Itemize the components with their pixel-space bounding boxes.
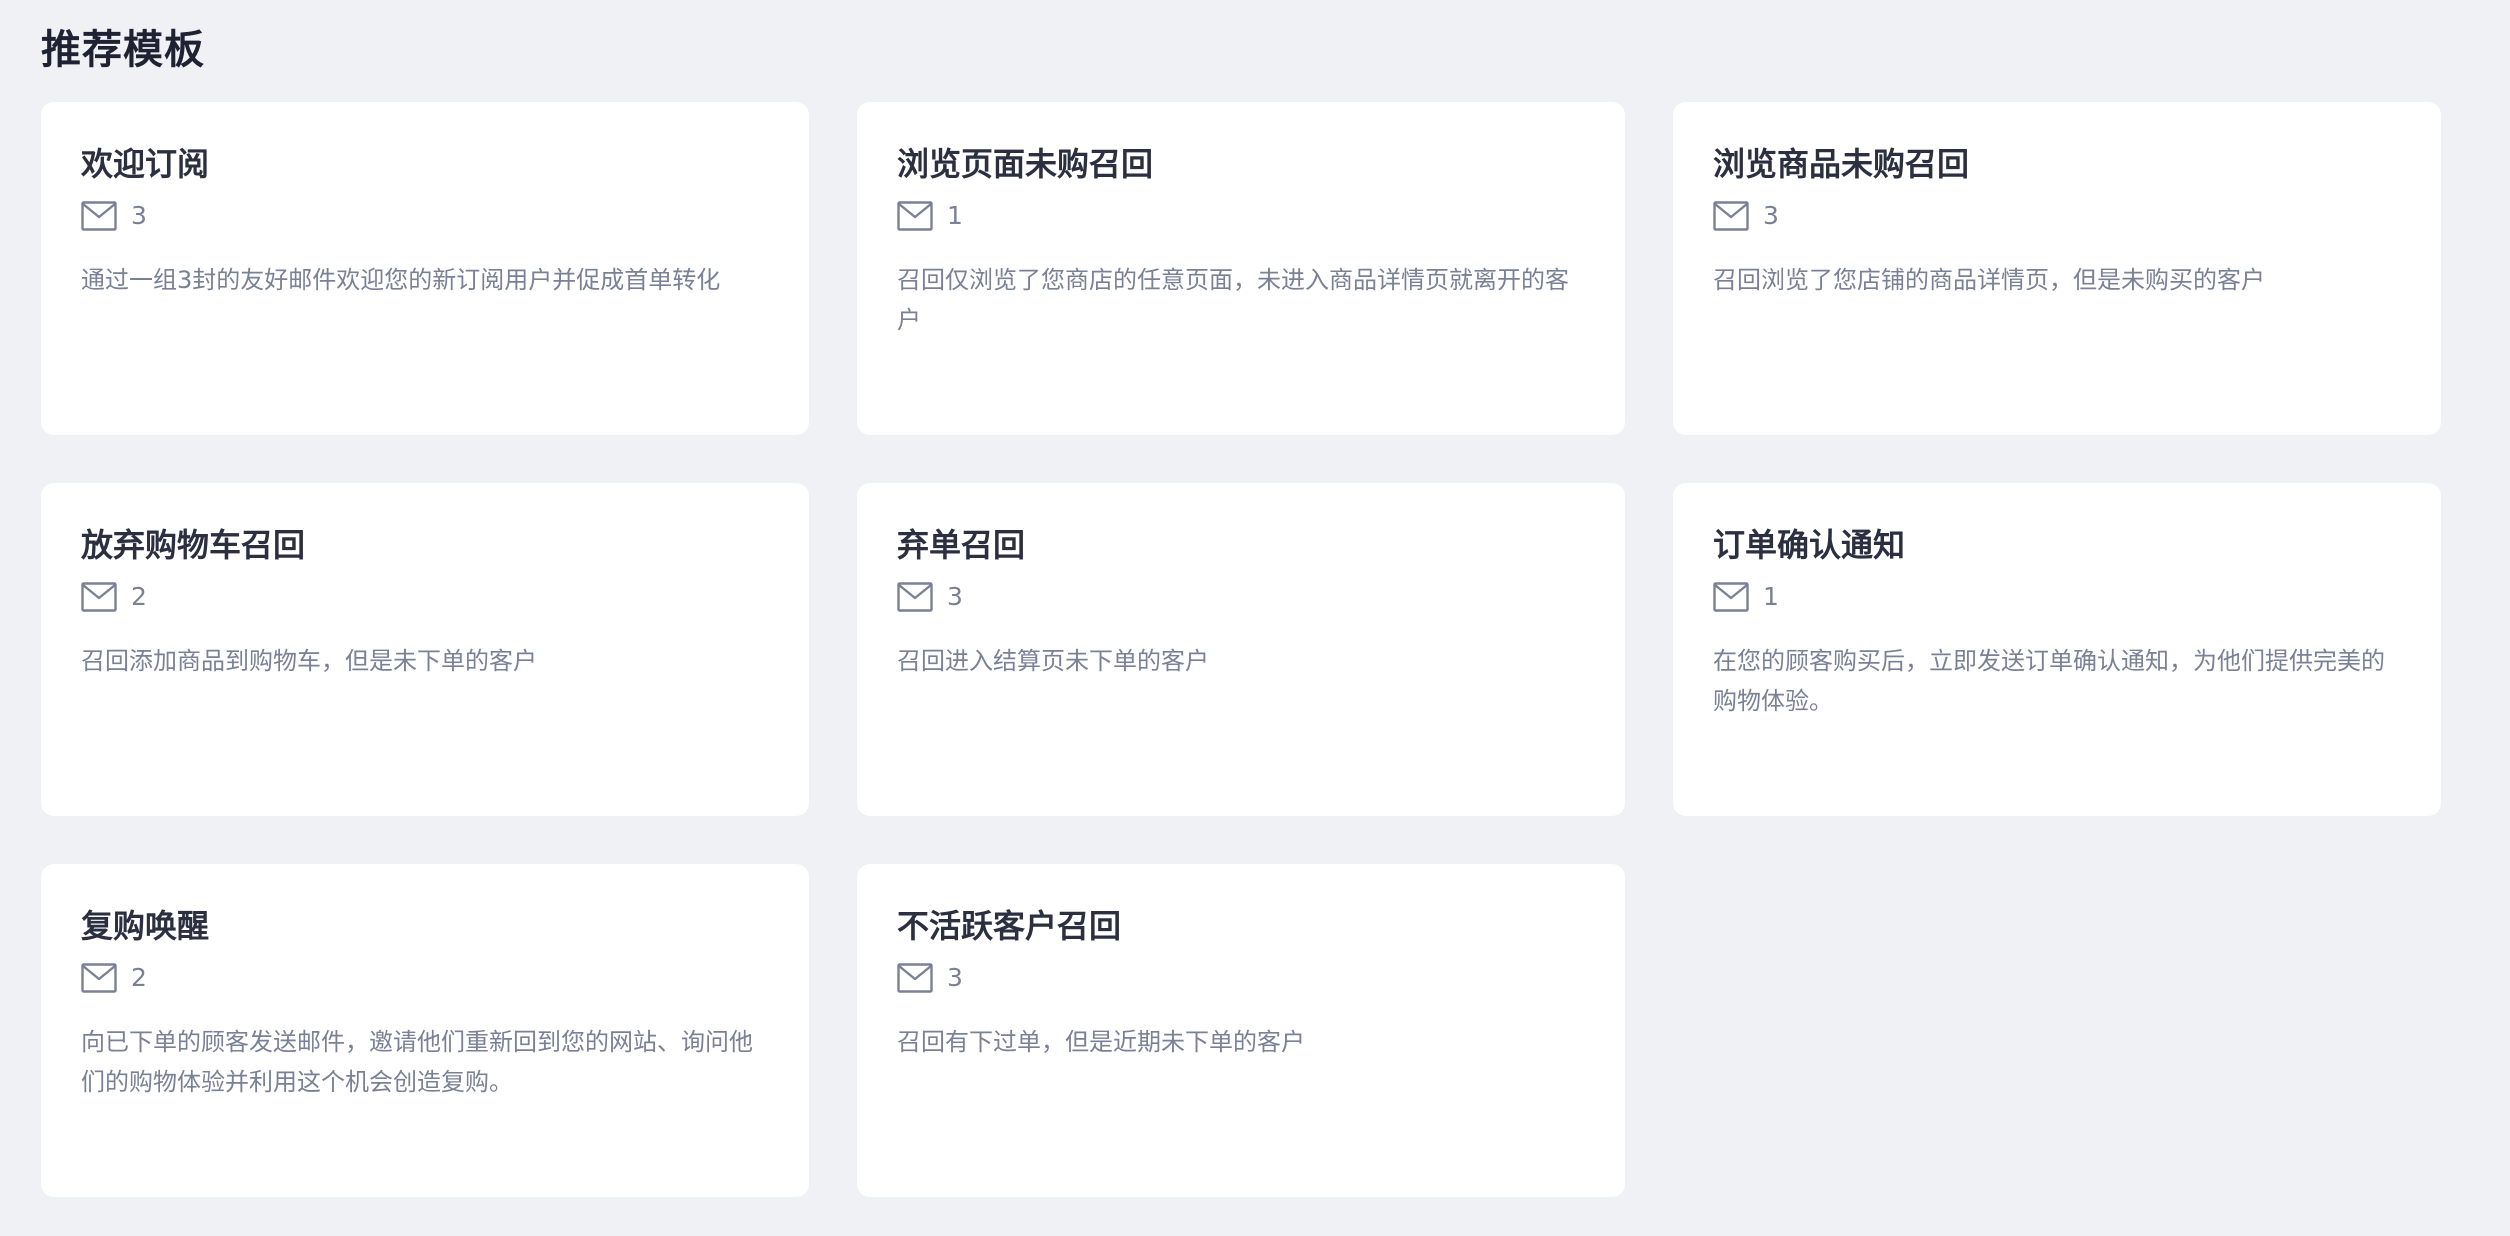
mail-icon [1713, 582, 1749, 612]
email-count: 3 [947, 963, 963, 992]
template-title: 浏览页面未购召回 [897, 145, 1154, 183]
template-description: 通过一组3封的友好邮件欢迎您的新订阅用户并促成首单转化 [81, 266, 721, 294]
template-card-abandoned-checkout-recall[interactable]: 弃单召回 3 召回进入结算页未下单的客户 [857, 483, 1625, 816]
template-title: 不活跃客户召回 [897, 907, 1122, 945]
email-count: 3 [131, 201, 147, 230]
template-title: 放弃购物车召回 [81, 526, 306, 564]
email-count-row: 2 [81, 960, 769, 996]
email-count: 1 [947, 201, 963, 230]
template-card-repurchase-reminder[interactable]: 复购唤醒 2 向已下单的顾客发送邮件，邀请他们重新回到您的网站、询问他们的购物体… [41, 864, 809, 1197]
mail-icon [897, 201, 933, 231]
mail-icon [1713, 201, 1749, 231]
template-card-welcome-subscription[interactable]: 欢迎订阅 3 通过一组3封的友好邮件欢迎您的新订阅用户并促成首单转化 [41, 102, 809, 435]
template-title: 浏览商品未购召回 [1713, 145, 1970, 183]
email-count-row: 3 [1713, 198, 2401, 234]
template-title: 弃单召回 [897, 526, 1026, 564]
template-description: 召回浏览了您店铺的商品详情页，但是未购买的客户 [1713, 266, 2265, 294]
email-count-row: 3 [897, 960, 1585, 996]
mail-icon [81, 582, 117, 612]
email-count-row: 1 [1713, 579, 2401, 615]
template-card-inactive-customer-recall[interactable]: 不活跃客户召回 3 召回有下过单，但是近期未下单的客户 [857, 864, 1625, 1197]
template-description: 向已下单的顾客发送邮件，邀请他们重新回到您的网站、询问他们的购物体验并利用这个机… [81, 1028, 753, 1096]
template-card-abandoned-cart-recall[interactable]: 放弃购物车召回 2 召回添加商品到购物车，但是未下单的客户 [41, 483, 809, 816]
template-grid: 欢迎订阅 3 通过一组3封的友好邮件欢迎您的新订阅用户并促成首单转化 浏览页面未… [41, 102, 2441, 1197]
email-count-row: 3 [81, 198, 769, 234]
template-description: 召回进入结算页未下单的客户 [897, 647, 1209, 675]
email-count-row: 2 [81, 579, 769, 615]
template-description: 在您的顾客购买后，立即发送订单确认通知，为他们提供完美的购物体验。 [1713, 647, 2385, 715]
template-description: 召回仅浏览了您商店的任意页面，未进入商品详情页就离开的客户 [897, 266, 1569, 334]
recommended-templates-page: 推荐模板 欢迎订阅 3 通过一组3封的友好邮件欢迎您的新订阅用户并促成首单转化 … [0, 0, 2510, 1236]
email-count: 2 [131, 963, 147, 992]
template-card-browse-page-recall[interactable]: 浏览页面未购召回 1 召回仅浏览了您商店的任意页面，未进入商品详情页就离开的客户 [857, 102, 1625, 435]
mail-icon [81, 963, 117, 993]
email-count: 1 [1763, 582, 1779, 611]
mail-icon [897, 963, 933, 993]
template-description: 召回添加商品到购物车，但是未下单的客户 [81, 647, 537, 675]
mail-icon [81, 201, 117, 231]
template-title: 复购唤醒 [81, 907, 210, 945]
template-description: 召回有下过单，但是近期未下单的客户 [897, 1028, 1305, 1056]
email-count: 2 [131, 582, 147, 611]
email-count: 3 [947, 582, 963, 611]
email-count: 3 [1763, 201, 1779, 230]
template-card-browse-product-recall[interactable]: 浏览商品未购召回 3 召回浏览了您店铺的商品详情页，但是未购买的客户 [1673, 102, 2441, 435]
mail-icon [897, 582, 933, 612]
email-count-row: 1 [897, 198, 1585, 234]
template-title: 订单确认通知 [1713, 526, 1906, 564]
page-title: 推荐模板 [41, 27, 205, 73]
template-card-order-confirmation[interactable]: 订单确认通知 1 在您的顾客购买后，立即发送订单确认通知，为他们提供完美的购物体… [1673, 483, 2441, 816]
template-title: 欢迎订阅 [81, 145, 210, 183]
email-count-row: 3 [897, 579, 1585, 615]
